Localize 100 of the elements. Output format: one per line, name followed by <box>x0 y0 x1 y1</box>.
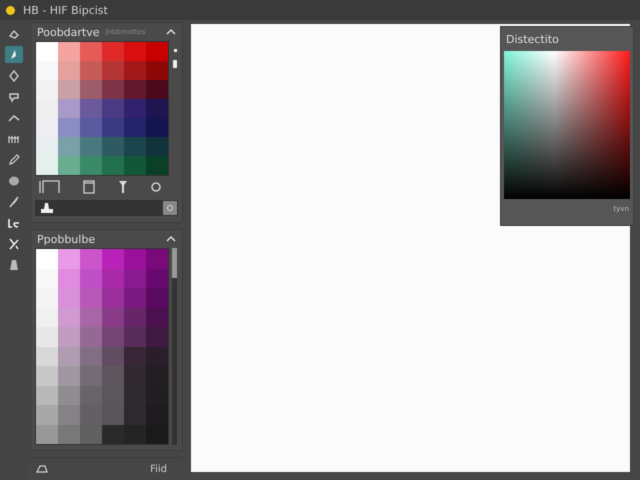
color-swatch[interactable] <box>102 99 124 118</box>
color-swatch[interactable] <box>36 99 58 118</box>
color-swatch[interactable] <box>58 288 80 308</box>
color-swatch[interactable] <box>58 327 80 346</box>
collapse-icon[interactable] <box>166 29 176 35</box>
color-swatch[interactable] <box>36 118 58 137</box>
color-swatch[interactable] <box>146 268 168 288</box>
color-swatch[interactable] <box>36 288 58 308</box>
frame-icon[interactable] <box>39 180 61 194</box>
color-swatch[interactable] <box>80 249 102 268</box>
color-swatch[interactable] <box>36 156 58 175</box>
color-swatch[interactable] <box>146 308 168 327</box>
color-swatch[interactable] <box>80 288 102 308</box>
brush-tool-button[interactable] <box>5 46 23 63</box>
color-swatch[interactable] <box>80 424 102 444</box>
color-swatch[interactable] <box>58 249 80 268</box>
color-swatch[interactable] <box>80 80 102 99</box>
color-swatch[interactable] <box>102 137 124 156</box>
color-swatch[interactable] <box>102 405 124 424</box>
scrollbar[interactable] <box>172 248 177 445</box>
field-button[interactable] <box>163 201 177 215</box>
color-swatch[interactable] <box>36 308 58 327</box>
color-swatch[interactable] <box>58 386 80 405</box>
color-swatch[interactable] <box>58 346 80 366</box>
color-swatch[interactable] <box>124 424 146 444</box>
color-swatch[interactable] <box>102 156 124 175</box>
color-swatch[interactable] <box>124 249 146 268</box>
color-swatch[interactable] <box>58 156 80 175</box>
color-swatch[interactable] <box>36 268 58 288</box>
color-swatch[interactable] <box>124 327 146 346</box>
color-swatch[interactable] <box>124 268 146 288</box>
color-swatch[interactable] <box>36 327 58 346</box>
color-swatch[interactable] <box>102 386 124 405</box>
color-swatch[interactable] <box>102 327 124 346</box>
color-swatch[interactable] <box>102 80 124 99</box>
color-swatch[interactable] <box>102 268 124 288</box>
color-swatch[interactable] <box>58 137 80 156</box>
color-swatch[interactable] <box>146 80 168 99</box>
color-swatch[interactable] <box>146 288 168 308</box>
color-swatch[interactable] <box>124 308 146 327</box>
color-swatch[interactable] <box>58 308 80 327</box>
color-swatch[interactable] <box>124 405 146 424</box>
color-swatch[interactable] <box>124 61 146 80</box>
color-swatch[interactable] <box>58 61 80 80</box>
color-swatch[interactable] <box>80 308 102 327</box>
color-swatch[interactable] <box>102 366 124 386</box>
color-swatch[interactable] <box>58 118 80 137</box>
color-swatch[interactable] <box>80 386 102 405</box>
color-swatch[interactable] <box>36 424 58 444</box>
color-swatch[interactable] <box>124 118 146 137</box>
color-swatch[interactable] <box>80 156 102 175</box>
color-swatch[interactable] <box>36 386 58 405</box>
color-swatch[interactable] <box>36 61 58 80</box>
color-swatch[interactable] <box>80 366 102 386</box>
color-swatch[interactable] <box>146 327 168 346</box>
color-swatch[interactable] <box>80 118 102 137</box>
color-swatch[interactable] <box>102 61 124 80</box>
color-swatch[interactable] <box>146 99 168 118</box>
color-swatch[interactable] <box>36 346 58 366</box>
color-swatch[interactable] <box>80 61 102 80</box>
color-swatch[interactable] <box>58 405 80 424</box>
color-swatch[interactable] <box>146 61 168 80</box>
color-swatch[interactable] <box>102 118 124 137</box>
color-swatch[interactable] <box>36 366 58 386</box>
color-swatch[interactable] <box>36 42 58 61</box>
color-swatch[interactable] <box>146 137 168 156</box>
color-swatch[interactable] <box>124 137 146 156</box>
color-swatch[interactable] <box>102 424 124 444</box>
color-swatch[interactable] <box>146 405 168 424</box>
input-field[interactable] <box>35 200 178 216</box>
color-swatch[interactable] <box>80 99 102 118</box>
color-field[interactable] <box>504 51 630 199</box>
collapse-icon[interactable] <box>166 236 176 242</box>
color-swatch[interactable] <box>36 137 58 156</box>
color-swatch[interactable] <box>102 249 124 268</box>
color-swatch[interactable] <box>80 42 102 61</box>
color-swatch[interactable] <box>124 288 146 308</box>
color-swatch[interactable] <box>124 42 146 61</box>
color-swatch[interactable] <box>124 346 146 366</box>
color-swatch[interactable] <box>146 156 168 175</box>
color-swatch[interactable] <box>146 249 168 268</box>
color-swatch[interactable] <box>102 288 124 308</box>
color-swatch[interactable] <box>58 268 80 288</box>
color-swatch[interactable] <box>146 424 168 444</box>
color-swatch[interactable] <box>124 80 146 99</box>
color-swatch[interactable] <box>80 327 102 346</box>
color-swatch[interactable] <box>80 268 102 288</box>
color-swatch[interactable] <box>58 366 80 386</box>
color-swatch[interactable] <box>102 42 124 61</box>
color-swatch[interactable] <box>124 366 146 386</box>
color-swatch[interactable] <box>36 249 58 268</box>
color-swatch[interactable] <box>146 118 168 137</box>
color-swatch[interactable] <box>80 137 102 156</box>
color-swatch[interactable] <box>146 42 168 61</box>
color-swatch[interactable] <box>36 405 58 424</box>
scroll-handle[interactable] <box>173 60 177 68</box>
page-icon[interactable] <box>83 180 96 194</box>
color-swatch[interactable] <box>102 308 124 327</box>
color-swatch[interactable] <box>124 156 146 175</box>
color-swatch[interactable] <box>80 346 102 366</box>
